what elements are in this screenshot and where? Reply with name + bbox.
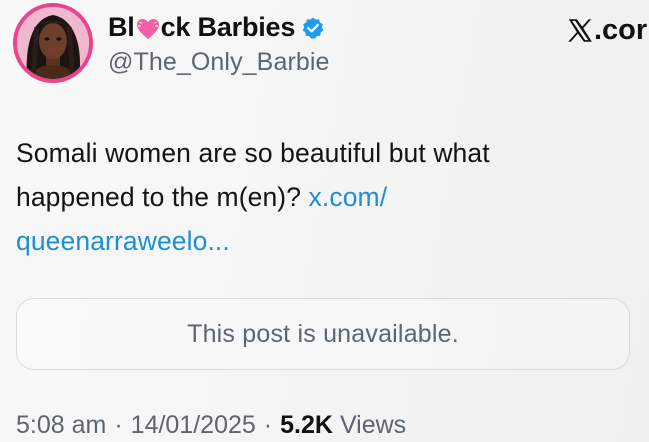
post-time[interactable]: 5:08 am — [16, 411, 106, 440]
display-name-part-2: ck Barbies — [160, 12, 296, 42]
meta-separator: · — [114, 411, 123, 439]
tweet-line-3: queenarraweelo... — [16, 219, 616, 263]
views-count: 5.2K — [280, 411, 333, 439]
meta-separator: · — [263, 411, 273, 439]
pink-heart-emoji-icon — [136, 18, 159, 39]
display-name-row[interactable]: Bl ck Barbies — [108, 12, 325, 43]
x-brand: .cor — [566, 14, 647, 47]
tweet-line-2: happened to the m(en)? x.com/ — [16, 175, 616, 219]
tweet-card: Bl ck Barbies @The_Only_Barbie .cor Somal… — [0, 0, 649, 442]
unavailable-post-card[interactable]: This post is unavailable. — [16, 298, 630, 370]
tweet-line-2-text: happened to the m(en)? — [16, 182, 309, 212]
tweet-line-1: Somali women are so beautiful but what — [16, 138, 490, 168]
post-date[interactable]: 14/01/2025 — [131, 411, 256, 440]
unavailable-post-message: This post is unavailable. — [187, 319, 459, 348]
tweet-link-part-1[interactable]: x.com/ — [309, 182, 388, 212]
tweet-link-part-2[interactable]: queenarraweelo... — [16, 226, 230, 256]
views-label: Views — [339, 411, 407, 439]
brand-text: .cor — [594, 14, 648, 46]
display-name-part-1: Bl — [108, 12, 135, 42]
profile-avatar-icon — [17, 7, 89, 79]
x-logo-icon — [568, 19, 592, 42]
tweet-body: Somali women are so beautiful but what h… — [16, 131, 616, 263]
avatar[interactable] — [13, 3, 93, 83]
user-handle[interactable]: @The_Only_Barbie — [108, 48, 330, 77]
verified-badge-icon — [302, 17, 324, 39]
tweet-meta: 5:08 am · 14/01/2025 · 5.2K Views — [16, 411, 406, 440]
display-name[interactable]: Bl ck Barbies — [108, 12, 295, 43]
